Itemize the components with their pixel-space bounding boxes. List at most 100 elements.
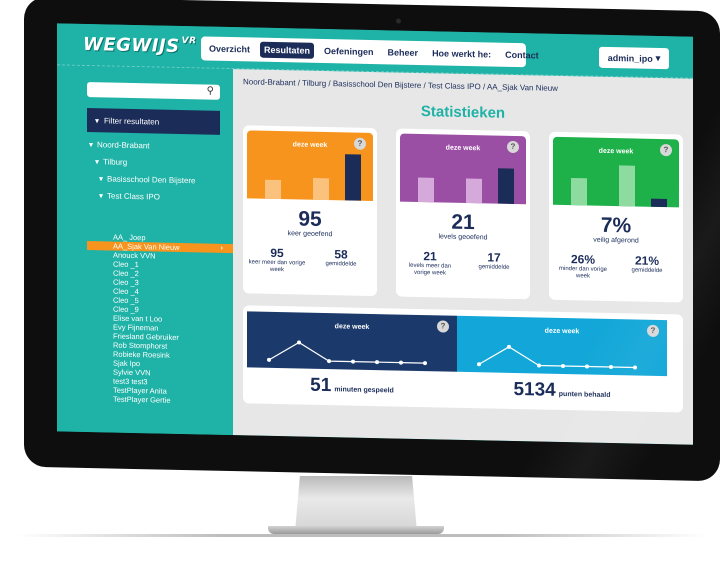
app-screen: WEGWIJS VR Overzicht Resultaten Oefeninge… [57,23,693,445]
stat-label: keer geoefend [287,230,333,239]
help-icon[interactable]: ? [354,137,366,150]
tree-item-label: Tilburg [103,157,128,167]
line-series [268,341,425,364]
points-label: punten behaald [558,390,611,399]
user-menu-button[interactable]: admin_ipo ▾ [599,46,669,70]
card-header: deze week ? [400,133,526,205]
search-icon[interactable]: ⚲ [207,86,214,97]
week-bar [418,177,434,203]
line-point [375,360,379,365]
nav-beheer[interactable]: Beheer [384,44,423,61]
sub-stat-label: keer meer dan vorige week [248,259,306,274]
minutes-label: minuten gespeeld [334,386,394,395]
minutes-line-chart [267,340,427,366]
week-bar [498,168,514,204]
points-value: 5134 [513,378,556,401]
sub-stat-label: minder dan vorige week [558,265,608,280]
card-header: deze week ? [553,136,679,208]
line-series [478,346,635,369]
help-icon[interactable]: ? [437,320,449,333]
week-bar [466,178,482,204]
sub-stat-average: 17 gemiddelde [464,250,524,272]
points-line-chart [477,344,637,370]
main-nav: Overzicht Resultaten Oefeningen Beheer H… [201,36,539,68]
sidebar: ⚲ ▾ Filter resultaten ▾ Noord-Brabant ▾ Ti… [57,65,233,436]
tree-item-label: Noord-Brabant [97,140,150,151]
desk-surface [16,534,706,537]
week-bar [265,179,281,200]
week-bar [651,198,667,208]
week-bar [345,154,361,201]
camera-icon [396,18,401,24]
week-bar [571,177,587,206]
nav-overzicht[interactable]: Overzicht [205,41,254,58]
search-input[interactable]: ⚲ [87,82,220,100]
sub-stat-label: levels meer dan vorige week [408,262,452,277]
card-header: deze week ? [247,130,373,202]
sub-stat-label: gemiddelde [631,267,663,275]
caret-down-icon: ▾ [89,140,94,150]
tree-item-class[interactable]: ▾ Test Class IPO [87,187,233,207]
stat-card-time-points: deze week ? deze week ? 51 minuten gespe… [243,305,683,413]
help-icon[interactable]: ? [647,324,659,338]
player-list: AA_ Joep AA_Sjak Van Nieuw Anouck VVN Cl… [87,232,233,406]
line-point [399,360,403,365]
nav-contact[interactable]: Contact [501,47,543,64]
caret-down-icon: ▾ [95,157,100,167]
logo-text: WEGWIJS [83,33,180,57]
user-menu-label: admin_ipo [607,52,653,64]
breadcrumb[interactable]: Noord-Brabant / Tilburg / Basisschool De… [243,77,558,93]
tree-item-label: Basisschool Den Bijstere [107,174,196,186]
sub-stat-compare: 21 levels meer dan vorige week [400,249,460,278]
line-point [537,363,541,368]
nav-oefeningen[interactable]: Oefeningen [320,43,378,60]
week-bar [313,178,329,201]
help-icon[interactable]: ? [507,140,519,154]
caret-down-icon: ▾ [95,115,100,125]
line-point [561,364,565,369]
location-tree: ▾ Noord-Brabant ▾ Tilburg ▾ Basisschool Den… [87,136,233,207]
sub-stat-compare: 26% minder dan vorige week [553,252,613,281]
minutes-metric: 51 minuten gespeeld [247,373,457,399]
sub-stat-value: 17 [487,250,501,265]
imac-mockup: WEGWIJS VR Overzicht Resultaten Oefeninge… [0,0,722,563]
nav-resultaten[interactable]: Resultaten [260,41,315,59]
sub-stat-value: 21% [634,253,660,269]
sub-stat-average: 58 gemiddelde [311,247,371,269]
line-point [585,364,589,369]
stat-card-levels: deze week ? 21 levels geoefend 21 levels… [396,128,530,300]
stat-card-safe: deze week ? 7% veilig afgerond 26% minde… [549,131,683,303]
app-logo[interactable]: WEGWIJS VR [83,34,197,57]
sub-stat-average: 21% gemiddelde [617,253,677,275]
stat-label: veilig afgerond [593,236,639,245]
points-metric: 5134 punten behaald [457,378,667,404]
monitor-stand [295,476,417,532]
caret-down-icon: ▾ [99,174,104,184]
help-icon[interactable]: ? [660,144,672,157]
sub-stat-label: gemiddelde [478,264,510,271]
line-point [423,361,427,366]
stat-card-practiced: deze week ? 95 keer geoefend 95 keer mee… [243,125,377,297]
points-chart-panel: deze week ? [457,315,667,377]
main-content: Noord-Brabant / Tilburg / Basisschool De… [233,69,693,445]
caret-down-icon: ▾ [99,191,104,201]
monitor-foot [268,526,444,534]
minutes-value: 51 [310,374,332,397]
line-point [609,365,613,370]
filter-results-label: Filter resultaten [104,115,160,127]
sub-stat-value: 58 [334,247,348,262]
stat-label: levels geoefend [438,233,488,242]
tree-item-label: Test Class IPO [107,191,160,202]
caret-down-icon: ▾ [655,52,661,64]
page-title: Statistieken [420,103,506,122]
nav-hoe-werkt-het[interactable]: Hoe werkt he: [428,45,495,62]
player-item[interactable]: TestPlayer Gertie [87,394,233,406]
sub-stat-compare: 95 keer meer dan vorige week [247,245,307,274]
week-bar [619,165,635,207]
monitor-bezel: WEGWIJS VR Overzicht Resultaten Oefeninge… [24,0,720,482]
sub-stat-label: gemiddelde [325,261,357,268]
filter-results-header[interactable]: ▾ Filter resultaten [87,108,220,135]
line-point [351,359,355,364]
line-point [327,359,331,364]
sub-stat-value: 26% [570,252,596,267]
